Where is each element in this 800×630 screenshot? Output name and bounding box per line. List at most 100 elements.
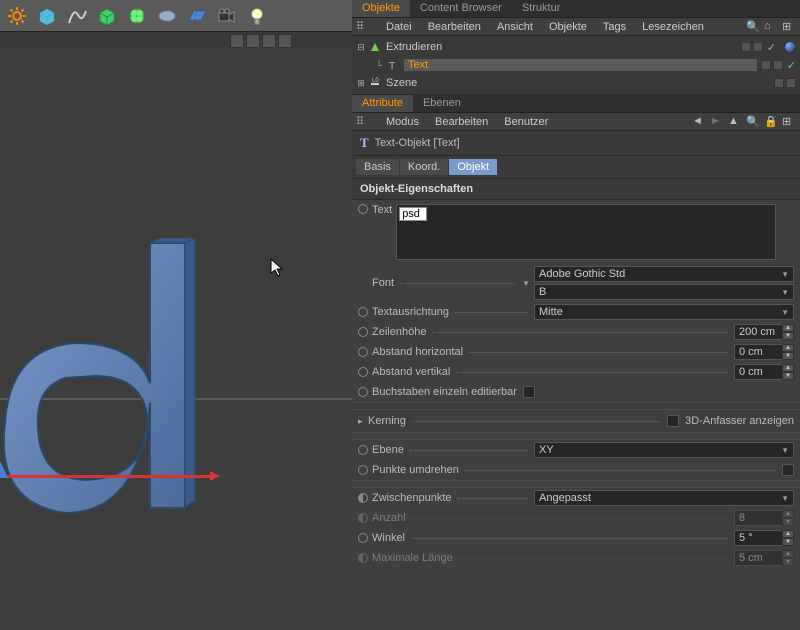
divider: [352, 402, 800, 410]
plane-select[interactable]: XY▼: [534, 442, 794, 458]
font-weight-select[interactable]: B▼: [534, 284, 794, 300]
hspace-spinner[interactable]: 0 cm▲▼: [734, 344, 794, 360]
tab-structure[interactable]: Struktur: [512, 0, 571, 17]
expand-icon[interactable]: ⊞: [782, 20, 796, 34]
radio-icon[interactable]: [358, 533, 368, 543]
prop-maxlen: Maximale Länge 5 cm▲▼: [352, 548, 800, 568]
radio-icon[interactable]: [358, 347, 368, 357]
disc-icon[interactable]: [153, 2, 181, 30]
check-icon[interactable]: ✓: [787, 59, 796, 72]
align-select[interactable]: Mitte▼: [534, 304, 794, 320]
prop-vspace: Abstand vertikal 0 cm▲▼: [352, 362, 800, 382]
collapse-icon[interactable]: ⊟: [356, 42, 366, 52]
vspace-spinner[interactable]: 0 cm▲▼: [734, 364, 794, 380]
back-icon[interactable]: ◄: [692, 115, 706, 129]
font-picker-icon[interactable]: ▼: [522, 279, 534, 288]
tree-row-scene[interactable]: ⊞ L0 Szene: [352, 74, 800, 92]
material-ball-icon[interactable]: [784, 41, 796, 53]
radio-icon[interactable]: [358, 387, 368, 397]
spin-up-icon[interactable]: ▲: [782, 364, 794, 372]
attr-subtabs: Basis Koord. Objekt: [352, 156, 800, 179]
deformer-icon[interactable]: [123, 2, 151, 30]
cube-icon[interactable]: [33, 2, 61, 30]
right-panel: Objekte Content Browser Struktur ⠿ Datei…: [352, 0, 800, 630]
radio-icon[interactable]: [358, 493, 368, 503]
menu-tags[interactable]: Tags: [595, 21, 634, 33]
home-icon[interactable]: ⌂: [764, 20, 778, 34]
tree-label-scene[interactable]: Szene: [386, 77, 770, 89]
spin-up-icon[interactable]: ▲: [782, 324, 794, 332]
light-icon[interactable]: [243, 2, 271, 30]
subtab-basis[interactable]: Basis: [356, 159, 399, 175]
camera-icon[interactable]: [213, 2, 241, 30]
angle-spinner[interactable]: 5 °▲▼: [734, 530, 794, 546]
handles3d-check[interactable]: [667, 415, 679, 427]
menu-bearbeiten2[interactable]: Bearbeiten: [427, 116, 496, 128]
spin-up-icon[interactable]: ▲: [782, 530, 794, 538]
menu-datei[interactable]: Datei: [378, 21, 420, 33]
radio-icon[interactable]: [358, 465, 368, 475]
chevron-right-icon[interactable]: ▸: [358, 416, 368, 427]
radio-icon: [358, 553, 368, 563]
subtab-objekt[interactable]: Objekt: [449, 159, 497, 175]
tab-content-browser[interactable]: Content Browser: [410, 0, 512, 17]
view-btn-2[interactable]: [246, 34, 260, 48]
menu-ansicht[interactable]: Ansicht: [489, 21, 541, 33]
menu-objekte[interactable]: Objekte: [541, 21, 595, 33]
menu-benutzer[interactable]: Benutzer: [496, 116, 556, 128]
tree-row-text[interactable]: └ T Text ✓: [352, 56, 800, 74]
view-btn-1[interactable]: [230, 34, 244, 48]
menu-lesezeichen[interactable]: Lesezeichen: [634, 21, 712, 33]
plane-icon[interactable]: [183, 2, 211, 30]
new-icon[interactable]: ⊞: [782, 115, 796, 129]
text-input-area[interactable]: [396, 204, 776, 260]
cursor-icon: [270, 258, 286, 278]
tree-label-text[interactable]: Text: [404, 59, 757, 71]
grip-icon[interactable]: ⠿: [356, 20, 372, 33]
radio-icon[interactable]: [358, 307, 368, 317]
view-btn-3[interactable]: [262, 34, 276, 48]
spin-down-icon[interactable]: ▼: [782, 352, 794, 360]
radio-icon[interactable]: [358, 367, 368, 377]
reverse-check[interactable]: [782, 464, 794, 476]
expand-tree-icon[interactable]: ⊞: [356, 78, 366, 88]
forward-icon[interactable]: ►: [710, 115, 724, 129]
interp-select[interactable]: Angepasst▼: [534, 490, 794, 506]
tab-layers[interactable]: Ebenen: [413, 95, 471, 112]
spin-up-icon[interactable]: ▲: [782, 344, 794, 352]
tree-label-extrude[interactable]: Extrudieren: [386, 41, 737, 53]
label-chars-editable: Buchstaben einzeln editierbar: [372, 386, 517, 398]
font-family-select[interactable]: Adobe Gothic Std▼: [534, 266, 794, 282]
lock-icon[interactable]: 🔒: [764, 115, 778, 129]
menu-bearbeiten[interactable]: Bearbeiten: [420, 21, 489, 33]
radio-icon[interactable]: [358, 327, 368, 337]
menu-modus[interactable]: Modus: [378, 116, 427, 128]
lineheight-spinner[interactable]: 200 cm▲▼: [734, 324, 794, 340]
radio-icon[interactable]: [358, 204, 368, 214]
label-text: Text: [372, 204, 392, 216]
tab-attribute[interactable]: Attribute: [352, 95, 413, 112]
check-icon[interactable]: ✓: [767, 41, 776, 54]
radio-icon[interactable]: [358, 445, 368, 455]
search-icon[interactable]: 🔍: [746, 115, 760, 129]
primitive-icon[interactable]: [93, 2, 121, 30]
tree-row-extrude[interactable]: ⊟ Extrudieren ✓: [352, 38, 800, 56]
up-icon[interactable]: ▲: [728, 115, 742, 129]
chars-editable-check[interactable]: [523, 386, 535, 398]
subtab-koord[interactable]: Koord.: [400, 159, 448, 175]
grip-icon[interactable]: ⠿: [356, 115, 372, 128]
section-title: Objekt-Eigenschaften: [352, 179, 800, 200]
svg-text:T: T: [389, 61, 395, 71]
spin-down-icon[interactable]: ▼: [782, 332, 794, 340]
spin-down-icon[interactable]: ▼: [782, 372, 794, 380]
3d-viewport[interactable]: [0, 48, 352, 630]
gear-icon[interactable]: [3, 2, 31, 30]
view-btn-4[interactable]: [278, 34, 292, 48]
search-icon[interactable]: 🔍: [746, 20, 760, 34]
spline-icon[interactable]: [63, 2, 91, 30]
objects-menubar: ⠿ Datei Bearbeiten Ansicht Objekte Tags …: [352, 18, 800, 36]
radio-icon: [358, 513, 368, 523]
text-input[interactable]: [399, 207, 427, 221]
tab-objects[interactable]: Objekte: [352, 0, 410, 17]
spin-down-icon[interactable]: ▼: [782, 538, 794, 546]
